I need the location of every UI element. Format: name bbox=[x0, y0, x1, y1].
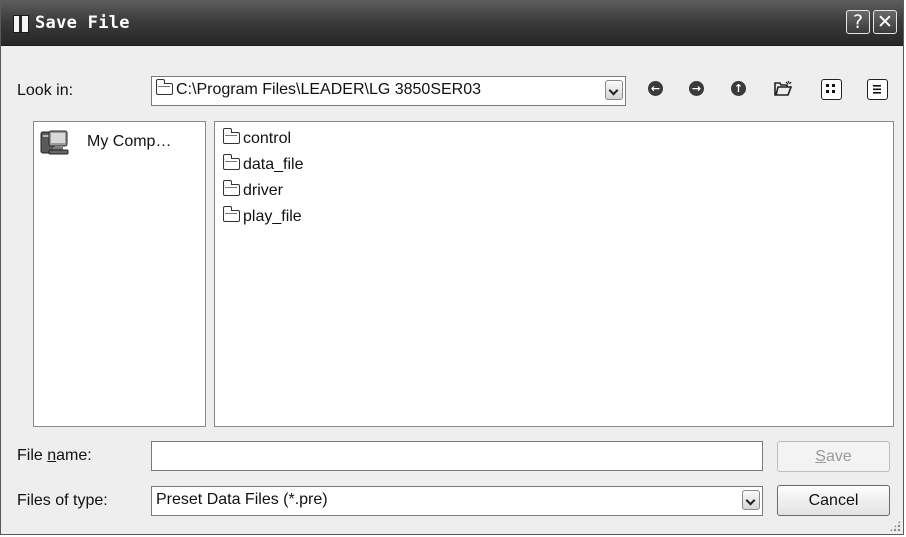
my-computer-label: My Comp… bbox=[87, 133, 172, 150]
back-icon: ← bbox=[648, 81, 663, 96]
details-view-icon bbox=[873, 85, 881, 94]
list-view-button[interactable] bbox=[821, 79, 842, 100]
file-item-data-file[interactable]: data_file bbox=[223, 154, 304, 174]
resize-grip[interactable] bbox=[889, 520, 901, 532]
back-button[interactable]: ← bbox=[646, 79, 666, 99]
folder-icon bbox=[223, 128, 240, 144]
details-view-button[interactable] bbox=[867, 79, 888, 100]
window-title: Save File bbox=[35, 13, 130, 33]
chevron-down-icon[interactable] bbox=[605, 80, 623, 100]
folder-icon bbox=[223, 206, 240, 222]
file-item-control[interactable]: control bbox=[223, 128, 291, 148]
up-folder-icon: ↑ bbox=[731, 81, 746, 96]
title-bar: Save File ? ✕ bbox=[1, 1, 903, 46]
close-button[interactable]: ✕ bbox=[873, 10, 897, 34]
new-folder-button[interactable] bbox=[773, 79, 793, 99]
cancel-button[interactable]: Cancel bbox=[777, 485, 890, 516]
window-app-icon bbox=[13, 15, 29, 33]
files-of-type-combo[interactable]: Preset Data Files (*.pre) bbox=[151, 486, 763, 516]
files-of-type-label: Files of type: bbox=[17, 492, 108, 509]
file-item-play-file[interactable]: play_file bbox=[223, 206, 302, 226]
forward-icon: → bbox=[689, 81, 704, 96]
look-in-label: Look in: bbox=[17, 82, 74, 99]
file-item-driver[interactable]: driver bbox=[223, 180, 283, 200]
up-folder-button[interactable]: ↑ bbox=[729, 79, 749, 99]
chevron-down-icon[interactable] bbox=[742, 490, 760, 510]
folder-icon bbox=[223, 180, 240, 196]
folder-icon bbox=[223, 154, 240, 170]
forward-button[interactable]: → bbox=[687, 79, 707, 99]
places-pane: My Comp… bbox=[33, 121, 206, 427]
save-file-dialog: Save File ? ✕ Look in: C:\Program Files\… bbox=[0, 0, 904, 535]
my-computer-icon bbox=[40, 130, 69, 155]
folder-icon bbox=[156, 79, 173, 95]
look-in-path: C:\Program Files\LEADER\LG 3850SER03 bbox=[156, 79, 481, 99]
list-view-icon bbox=[826, 84, 835, 93]
look-in-combo[interactable]: C:\Program Files\LEADER\LG 3850SER03 bbox=[151, 76, 626, 106]
help-button[interactable]: ? bbox=[846, 10, 870, 34]
save-button[interactable]: Save bbox=[777, 441, 890, 472]
file-name-label: File name: bbox=[17, 447, 92, 464]
new-folder-icon bbox=[774, 80, 793, 96]
file-list-pane: control data_file driver play_file bbox=[214, 121, 894, 427]
file-name-input[interactable] bbox=[151, 441, 763, 471]
